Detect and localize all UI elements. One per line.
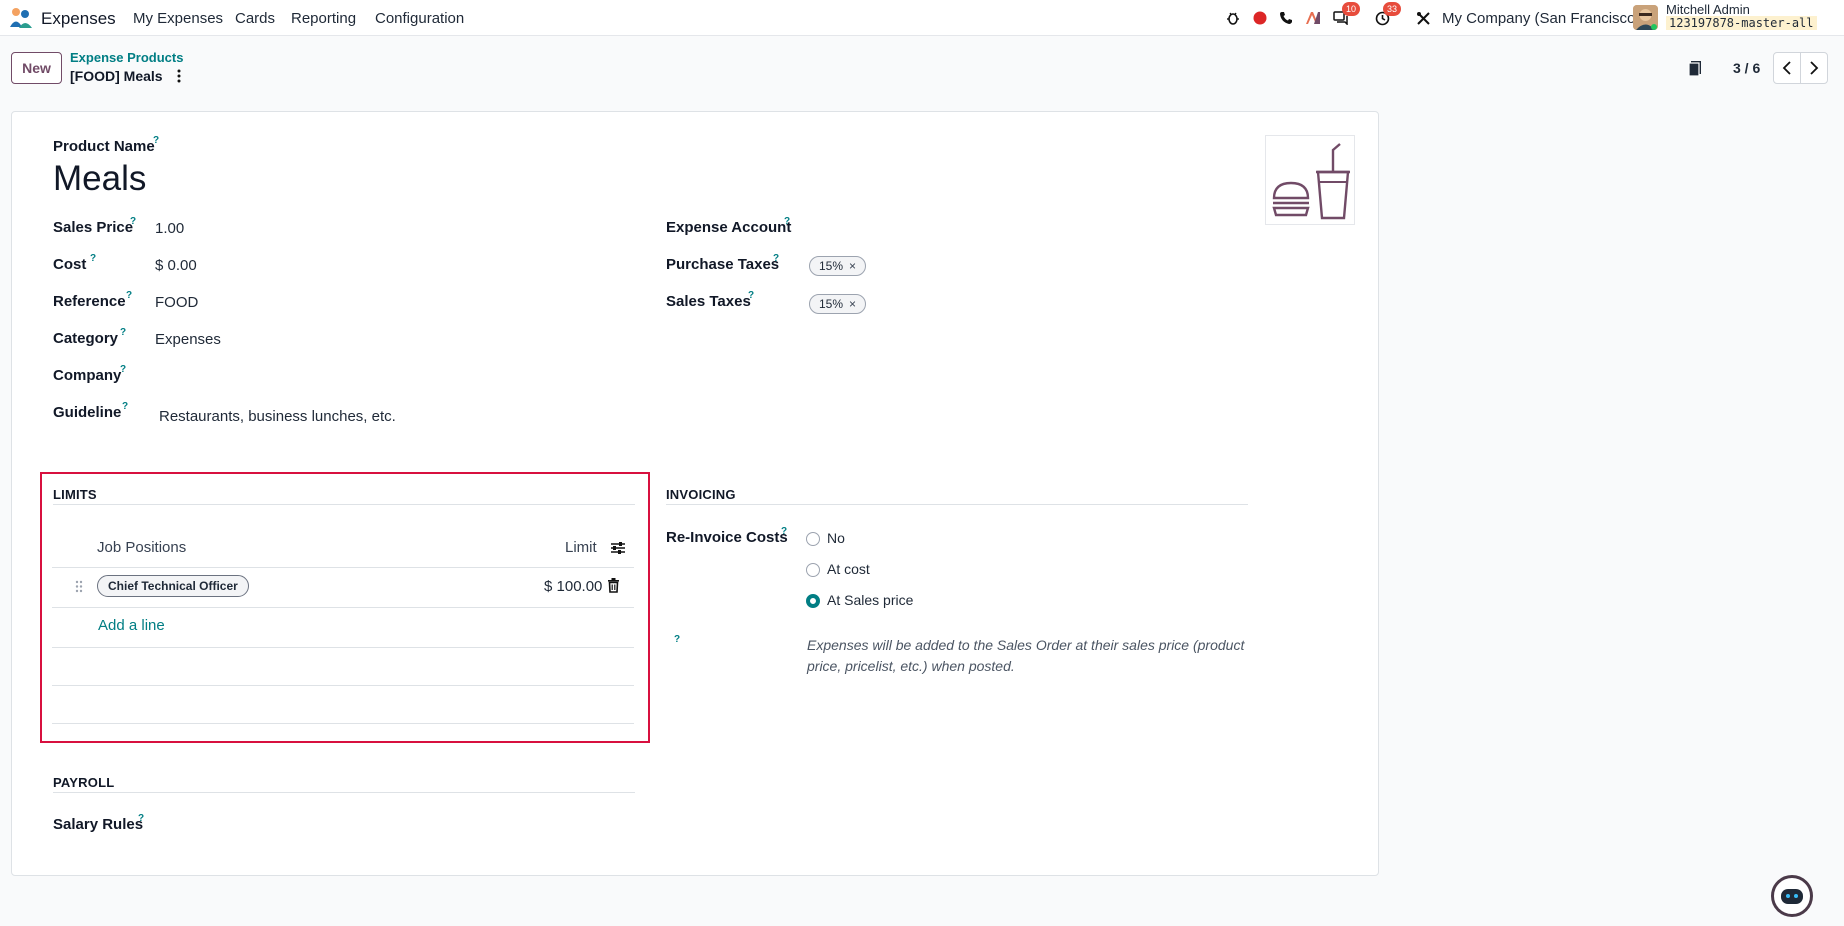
- reference-value[interactable]: FOOD: [155, 294, 198, 311]
- trash-icon[interactable]: [607, 578, 620, 593]
- bot-icon: [1781, 889, 1803, 904]
- record-icon[interactable]: [1250, 8, 1270, 28]
- burger-drink-icon: [1272, 143, 1350, 220]
- help-icon[interactable]: ?: [130, 216, 136, 227]
- remove-tag-icon[interactable]: ×: [849, 297, 856, 311]
- help-icon[interactable]: ?: [674, 634, 680, 645]
- radio-at-sales-price-label[interactable]: At Sales price: [827, 592, 913, 608]
- help-icon[interactable]: ?: [90, 253, 96, 264]
- menu-reporting[interactable]: Reporting: [291, 10, 356, 27]
- divider: [52, 567, 634, 568]
- app-name[interactable]: Expenses: [41, 9, 116, 29]
- menu-my-expenses[interactable]: My Expenses: [133, 10, 223, 27]
- tools-icon[interactable]: [1413, 8, 1433, 28]
- reinvoice-note: Expenses will be added to the Sales Orde…: [807, 637, 1245, 674]
- help-icon[interactable]: ?: [138, 813, 144, 824]
- limit-value[interactable]: $ 100.00: [544, 578, 602, 595]
- salary-rules-label: Salary Rules: [53, 816, 144, 833]
- breadcrumb-expense-products[interactable]: Expense Products: [70, 50, 183, 65]
- col-job-positions[interactable]: Job Positions: [97, 539, 186, 556]
- help-icon[interactable]: ?: [122, 401, 128, 412]
- chevron-right-icon: [1810, 61, 1819, 75]
- sales-price-value[interactable]: 1.00: [155, 220, 184, 237]
- chatbot-button[interactable]: [1771, 875, 1813, 917]
- product-image[interactable]: [1265, 135, 1355, 225]
- sales-taxes-label: Sales Taxes: [666, 293, 751, 310]
- divider: [52, 723, 634, 724]
- pager-value[interactable]: 3 / 6: [1733, 60, 1760, 76]
- clock-icon[interactable]: 33: [1372, 2, 1402, 28]
- breadcrumb-current: [FOOD] Meals: [70, 68, 163, 84]
- pager-previous-button[interactable]: [1774, 53, 1801, 83]
- category-value[interactable]: Expenses: [155, 331, 221, 348]
- invoicing-section-title: INVOICING: [666, 487, 736, 502]
- divider: [52, 647, 634, 648]
- radio-at-cost[interactable]: [806, 563, 820, 577]
- cost-value[interactable]: $ 0.00: [155, 257, 197, 274]
- expense-account-label: Expense Account: [666, 219, 792, 236]
- divider: [52, 685, 634, 686]
- user-name[interactable]: Mitchell Admin: [1666, 2, 1750, 17]
- guideline-label: Guideline: [53, 404, 122, 421]
- help-icon[interactable]: ?: [784, 216, 790, 227]
- col-limit[interactable]: Limit: [565, 539, 597, 556]
- pager-next-button[interactable]: [1801, 53, 1827, 83]
- sales-tax-tag[interactable]: 15% ×: [809, 294, 867, 314]
- purchase-taxes-label: Purchase Taxes: [666, 256, 780, 273]
- phone-icon[interactable]: [1276, 8, 1296, 28]
- purchase-tax-tag[interactable]: 15% ×: [809, 256, 867, 276]
- form-sheet: Product Name ? Meals Sales Price ? 1.00 …: [11, 111, 1379, 876]
- chevron-left-icon: [1782, 61, 1791, 75]
- limits-section-title: LIMITS: [53, 487, 97, 502]
- new-button[interactable]: New: [11, 52, 62, 84]
- divider: [52, 607, 634, 608]
- database-name: 123197878-master-all: [1666, 16, 1817, 30]
- category-label: Category: [53, 330, 119, 347]
- help-icon[interactable]: ?: [120, 327, 126, 338]
- top-navbar: Expenses My Expenses Cards Reporting Con…: [0, 0, 1844, 36]
- menu-configuration[interactable]: Configuration: [375, 10, 464, 27]
- guideline-value[interactable]: Restaurants, business lunches, etc.: [159, 408, 396, 425]
- help-icon[interactable]: ?: [773, 253, 779, 264]
- help-icon[interactable]: ?: [748, 290, 754, 301]
- company-switcher[interactable]: My Company (San Francisco): [1442, 10, 1640, 27]
- cost-label: Cost: [53, 256, 87, 273]
- add-line-link[interactable]: Add a line: [98, 617, 165, 634]
- optional-columns-icon[interactable]: [610, 541, 626, 555]
- job-position-tag[interactable]: Chief Technical Officer: [97, 575, 249, 597]
- radio-at-sales-price[interactable]: [806, 594, 820, 608]
- pager-buttons: [1773, 52, 1828, 84]
- expenses-app-icon[interactable]: [9, 7, 33, 29]
- bug-icon[interactable]: [1223, 8, 1243, 28]
- help-icon[interactable]: ?: [153, 135, 159, 146]
- company-label: Company: [53, 367, 122, 384]
- activities-badge: 33: [1383, 2, 1402, 16]
- sales-price-label: Sales Price: [53, 219, 134, 236]
- radio-no[interactable]: [806, 532, 820, 546]
- radio-at-cost-label[interactable]: At cost: [827, 561, 870, 577]
- reference-label: Reference: [53, 293, 126, 310]
- divider: [53, 792, 635, 793]
- radio-no-label[interactable]: No: [827, 530, 845, 546]
- chat-icon[interactable]: 10: [1331, 2, 1361, 28]
- reinvoice-costs-label: Re-Invoice Costs: [666, 529, 788, 546]
- remove-tag-icon[interactable]: ×: [849, 259, 856, 273]
- help-icon[interactable]: ?: [126, 290, 132, 301]
- help-icon[interactable]: ?: [120, 364, 126, 375]
- product-name-input[interactable]: Meals: [53, 159, 146, 199]
- tag-label: 15%: [819, 259, 844, 273]
- payroll-section-title: PAYROLL: [53, 775, 115, 790]
- copy-record-icon[interactable]: [1688, 60, 1704, 76]
- avatar[interactable]: [1633, 5, 1658, 30]
- product-name-label: Product Name: [53, 138, 155, 155]
- help-icon[interactable]: ?: [781, 526, 787, 537]
- messages-badge: 10: [1342, 2, 1361, 16]
- tag-label: 15%: [819, 297, 844, 311]
- divider: [666, 504, 1248, 505]
- divider: [53, 504, 635, 505]
- actions-menu-icon[interactable]: [173, 68, 185, 84]
- menu-cards[interactable]: Cards: [235, 10, 275, 27]
- ai-icon[interactable]: [1303, 8, 1323, 28]
- drag-handle-icon[interactable]: [75, 580, 83, 593]
